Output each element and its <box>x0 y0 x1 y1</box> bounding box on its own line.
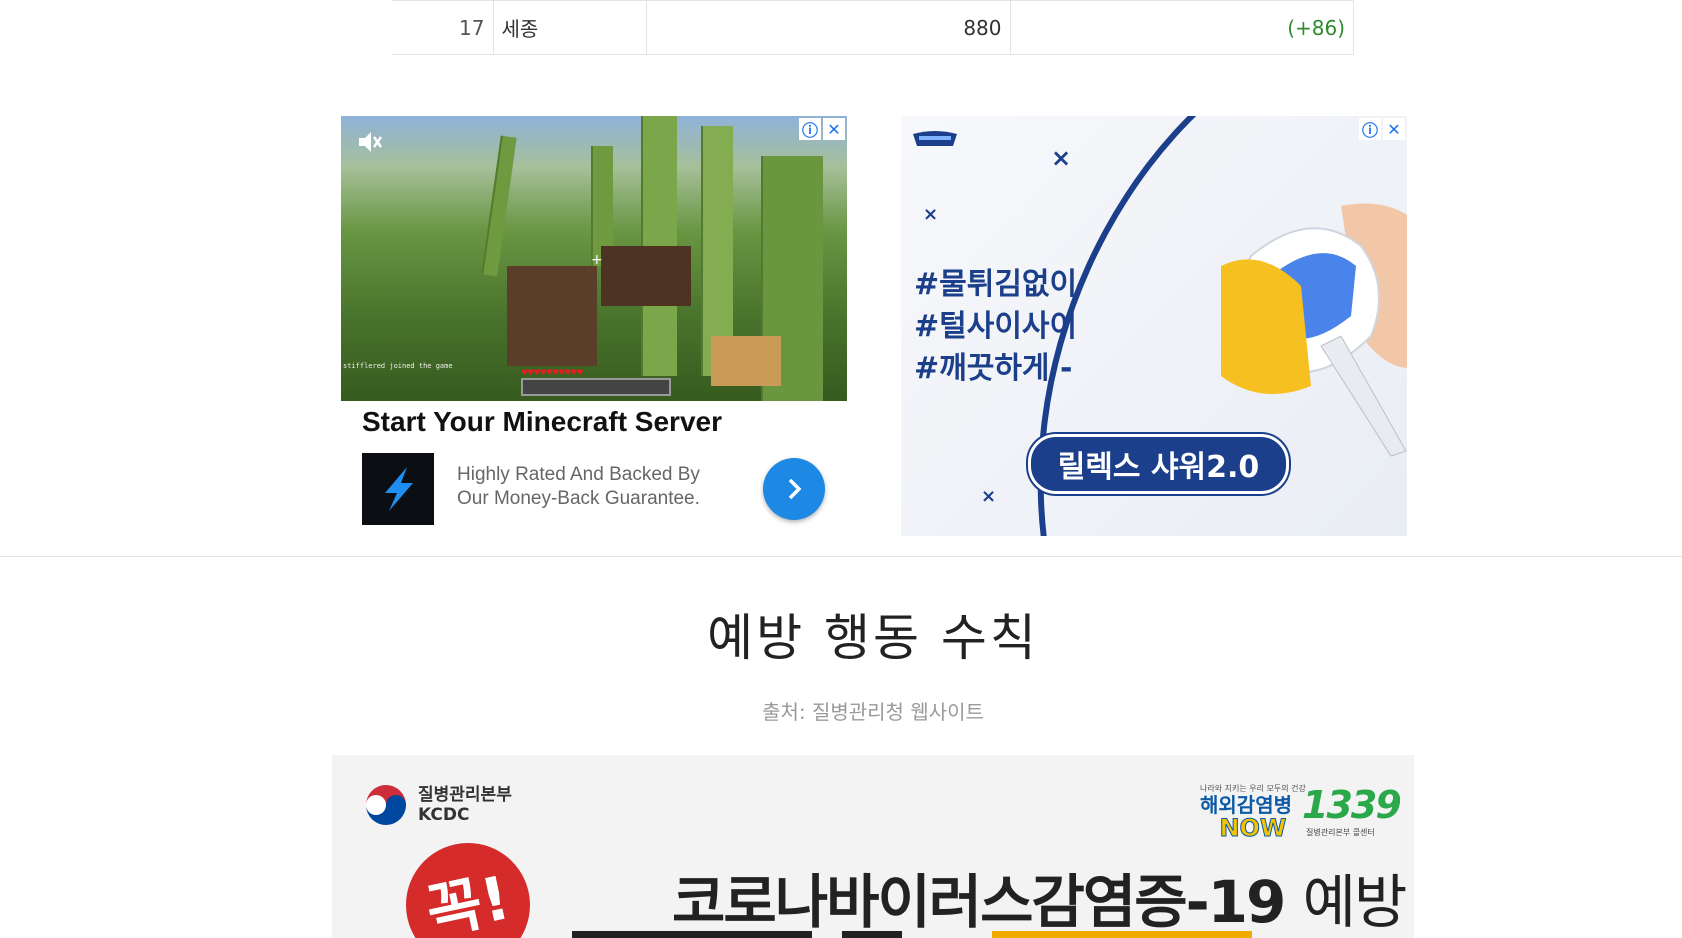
section-title: 예방 행동 수칙 <box>707 609 1039 667</box>
lightning-icon <box>385 467 413 511</box>
ad-logo[interactable] <box>362 453 434 525</box>
poster-subline-fragment <box>572 931 1252 938</box>
sparkle-icon: ⨯ <box>1051 144 1072 172</box>
ad-choices-badge[interactable]: ⓘ ✕ <box>799 118 845 140</box>
now-word: NOW <box>1219 814 1287 842</box>
table-row: 17 세종 880 (+86) <box>392 0 1354 55</box>
now-main-text: 해외감염병 <box>1200 793 1292 817</box>
org-label: 질병관리본부 KCDC <box>418 785 512 825</box>
section-source: 출처: 질병관리청 웹사이트 <box>762 700 984 724</box>
sparkle-icon: ⨯ <box>923 204 939 225</box>
mute-icon[interactable] <box>355 128 383 156</box>
hearts-icon: ♥♥♥♥♥♥♥♥♥♥ <box>521 368 584 377</box>
region-cell: 세종 <box>493 0 647 55</box>
rank-cell: 17 <box>392 0 494 55</box>
ad-close-icon[interactable]: ✕ <box>1383 118 1405 140</box>
brand-logo <box>913 131 957 146</box>
dirt-block <box>601 246 691 306</box>
crosshair-icon: + <box>591 252 603 268</box>
prevention-poster: 질병관리본부 KCDC 나라와 지키는 우리 모두의 건강 해외감염병 NOW … <box>332 755 1414 938</box>
hotline-caption: 질병관리본부 콜센터 <box>1306 828 1375 837</box>
hotline-number: 1339 <box>1302 783 1402 827</box>
sparkle-icon: ⨯ <box>981 486 997 507</box>
region-stats-table: 17 세종 880 (+86) <box>392 0 1354 55</box>
ad-title[interactable]: Start Your Minecraft Server <box>362 406 722 438</box>
ad-cta-button[interactable] <box>763 458 825 520</box>
ad-close-icon[interactable]: ✕ <box>823 118 845 140</box>
stamp-badge: 꼭! <box>394 831 542 938</box>
hashtag-line: #털사이사이 <box>914 309 1078 344</box>
delta-cell: (+86) <box>1010 0 1354 55</box>
total-cell: 880 <box>646 0 1011 55</box>
minecraft-ad[interactable]: ⓘ ✕ + stifflered joined the game ♥♥♥♥♥♥♥… <box>341 116 847 536</box>
grass-shape <box>481 135 517 277</box>
ad-description[interactable]: Highly Rated And Backed By Our Money-Bac… <box>457 463 717 511</box>
product-pill[interactable]: 릴렉스 샤워2.0 <box>1028 434 1289 494</box>
ad-info-icon[interactable]: ⓘ <box>799 118 821 140</box>
section-divider <box>0 556 1682 557</box>
hashtag-line: #깨끗하게 - <box>914 351 1073 386</box>
hotbar-shape <box>521 378 671 396</box>
ad-choices-badge[interactable]: ⓘ ✕ <box>1359 118 1405 140</box>
hashtag-list: #물튀김없이 #털사이사이 #깨끗하게 - <box>914 264 1077 390</box>
hashtag-line: #물튀김없이 <box>914 267 1078 302</box>
overseas-now-logo: 나라와 지키는 우리 모두의 건강 해외감염병 NOW <box>1200 783 1306 842</box>
kcdc-logo-icon <box>366 785 406 825</box>
game-chat-text: stifflered joined the game <box>343 362 453 370</box>
org-name: 질병관리본부 <box>418 785 512 805</box>
chevron-right-icon <box>788 478 802 500</box>
ad-video[interactable]: + stifflered joined the game ♥♥♥♥♥♥♥♥♥♥ <box>341 116 847 401</box>
dirt-block <box>507 266 597 366</box>
hand-shape <box>711 336 781 386</box>
ad-info-icon[interactable]: ⓘ <box>1359 118 1381 140</box>
shower-ad[interactable]: ⓘ ✕ ⨯ ⨯ ⨯ #물튀김없이 #털사이사이 #깨끗하게 - 릴렉스 샤워2.… <box>901 116 1407 536</box>
org-abbr: KCDC <box>418 805 470 825</box>
